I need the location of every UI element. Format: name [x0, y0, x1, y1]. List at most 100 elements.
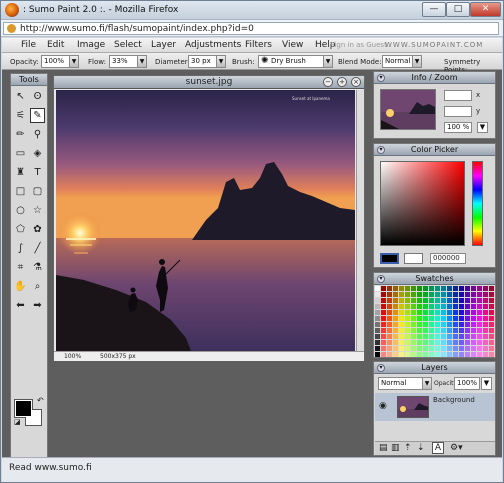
swatch[interactable]	[399, 286, 404, 291]
swatch[interactable]	[375, 304, 380, 309]
swatch[interactable]	[411, 322, 416, 327]
circle-icon[interactable]: ○	[13, 203, 28, 218]
flow-select[interactable]: 33% ▼	[109, 55, 147, 68]
swatch[interactable]	[453, 310, 458, 315]
swatch[interactable]	[447, 304, 452, 309]
swatch[interactable]	[483, 346, 488, 351]
swatch[interactable]	[459, 316, 464, 321]
swatch[interactable]	[459, 334, 464, 339]
text-icon[interactable]: T	[30, 165, 45, 180]
zoom-icon[interactable]: ⌕	[30, 279, 45, 294]
swatch[interactable]	[417, 298, 422, 303]
swatch[interactable]	[393, 346, 398, 351]
swatch[interactable]	[471, 340, 476, 345]
swatch[interactable]	[381, 322, 386, 327]
swatch[interactable]	[447, 346, 452, 351]
swatch[interactable]	[405, 340, 410, 345]
swatches-header[interactable]: ▾ Swatches	[374, 273, 495, 285]
swatch[interactable]	[405, 316, 410, 321]
swatch[interactable]	[483, 304, 488, 309]
move-down-icon[interactable]: ⇣	[417, 443, 425, 453]
collapse-icon[interactable]: ▾	[377, 275, 385, 283]
swatch[interactable]	[399, 310, 404, 315]
swatch[interactable]	[381, 340, 386, 345]
swatch[interactable]	[417, 352, 422, 357]
swatch[interactable]	[447, 322, 452, 327]
new-layer-icon[interactable]: ▤	[379, 443, 388, 453]
zoom-field[interactable]: 100 %	[444, 122, 472, 133]
swatch[interactable]	[387, 340, 392, 345]
swatch[interactable]	[477, 298, 482, 303]
swatch[interactable]	[483, 328, 488, 333]
swatch[interactable]	[483, 286, 488, 291]
swatch[interactable]	[453, 298, 458, 303]
redo-icon[interactable]: ➡	[30, 298, 45, 313]
swatch[interactable]	[483, 340, 488, 345]
layers-header[interactable]: ▾ Layers	[374, 362, 495, 374]
swatch[interactable]	[387, 316, 392, 321]
collapse-icon[interactable]: ▾	[377, 146, 385, 154]
swatch[interactable]	[459, 304, 464, 309]
pencil-icon[interactable]: ✏	[13, 127, 28, 142]
eraser-icon[interactable]: ▭	[13, 146, 28, 161]
swatch[interactable]	[471, 286, 476, 291]
swatch[interactable]	[483, 334, 488, 339]
swatch[interactable]	[459, 340, 464, 345]
swatch[interactable]	[429, 328, 434, 333]
flower-icon[interactable]: ✿	[30, 222, 45, 237]
swatch[interactable]	[399, 298, 404, 303]
swatch[interactable]	[471, 310, 476, 315]
swatch[interactable]	[375, 352, 380, 357]
sign-in-link[interactable]: Sign in as Guest	[330, 41, 387, 49]
swatch[interactable]	[405, 334, 410, 339]
swatch[interactable]	[381, 316, 386, 321]
swatch[interactable]	[423, 340, 428, 345]
swatch[interactable]	[435, 316, 440, 321]
swatch[interactable]	[423, 352, 428, 357]
swatch[interactable]	[441, 298, 446, 303]
swatch[interactable]	[483, 316, 488, 321]
current-color-swatch[interactable]	[380, 253, 399, 264]
swatch[interactable]	[405, 298, 410, 303]
swatch[interactable]	[423, 334, 428, 339]
swatch[interactable]	[381, 346, 386, 351]
swatch[interactable]	[387, 304, 392, 309]
swatch[interactable]	[435, 346, 440, 351]
swatch[interactable]	[423, 316, 428, 321]
swatch[interactable]	[393, 310, 398, 315]
swatch[interactable]	[489, 346, 494, 351]
menu-edit[interactable]: Edit	[47, 40, 64, 50]
hex-field[interactable]: 000000	[430, 253, 466, 264]
swatch[interactable]	[429, 334, 434, 339]
vertical-scrollbar[interactable]	[356, 90, 364, 351]
swatch[interactable]	[393, 340, 398, 345]
swatch[interactable]	[405, 292, 410, 297]
swatch[interactable]	[429, 286, 434, 291]
swatch[interactable]	[423, 286, 428, 291]
swatch[interactable]	[447, 286, 452, 291]
x-coordinate-field[interactable]	[444, 90, 472, 101]
swatch[interactable]	[453, 292, 458, 297]
swatch[interactable]	[489, 352, 494, 357]
swatch[interactable]	[441, 322, 446, 327]
star-icon[interactable]: ☆	[30, 203, 45, 218]
menu-select[interactable]: Select	[114, 40, 142, 50]
swatch[interactable]	[435, 352, 440, 357]
swatch[interactable]	[417, 316, 422, 321]
swatch[interactable]	[405, 352, 410, 357]
swatch[interactable]	[435, 322, 440, 327]
swatch[interactable]	[447, 316, 452, 321]
swatch[interactable]	[423, 310, 428, 315]
navigator-thumbnail[interactable]	[380, 89, 436, 130]
swatch[interactable]	[465, 316, 470, 321]
swatch[interactable]	[411, 316, 416, 321]
swatch[interactable]	[465, 310, 470, 315]
swatch[interactable]	[453, 352, 458, 357]
clone-icon[interactable]: ⚲	[30, 127, 45, 142]
magic-wand-icon[interactable]: ⚟	[13, 108, 28, 123]
swatch-grid[interactable]	[375, 286, 495, 357]
menu-view[interactable]: View	[282, 40, 303, 50]
swatch[interactable]	[381, 304, 386, 309]
swatch[interactable]	[459, 298, 464, 303]
hand-icon[interactable]: ✋	[13, 279, 28, 294]
